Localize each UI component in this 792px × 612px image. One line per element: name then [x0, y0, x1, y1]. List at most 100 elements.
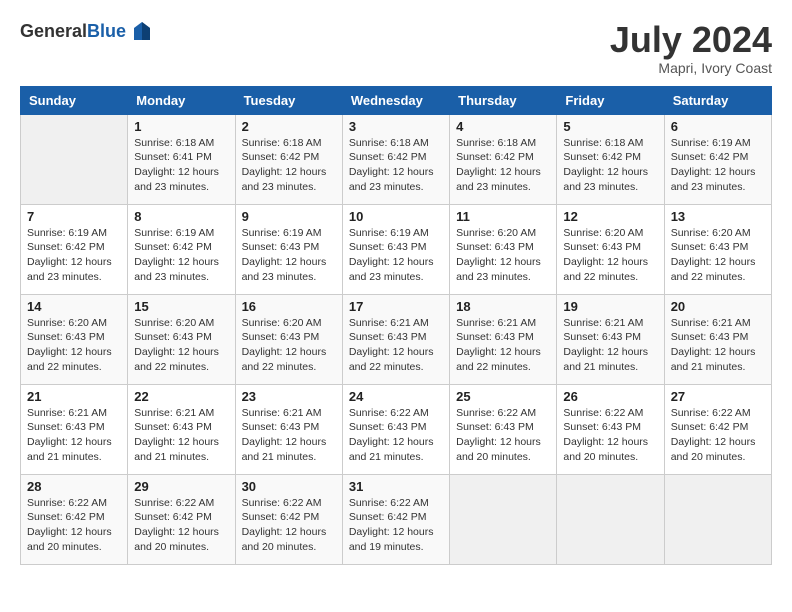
logo-general: GeneralBlue: [20, 22, 126, 42]
day-detail: Sunrise: 6:21 AM Sunset: 6:43 PM Dayligh…: [671, 316, 765, 375]
day-number: 23: [242, 389, 336, 404]
month-year: July 2024: [610, 20, 772, 60]
day-detail: Sunrise: 6:21 AM Sunset: 6:43 PM Dayligh…: [27, 406, 121, 465]
day-number: 3: [349, 119, 443, 134]
day-detail: Sunrise: 6:22 AM Sunset: 6:42 PM Dayligh…: [134, 496, 228, 555]
day-number: 7: [27, 209, 121, 224]
calendar-cell: 5 Sunrise: 6:18 AM Sunset: 6:42 PM Daylig…: [557, 114, 664, 204]
day-detail: Sunrise: 6:20 AM Sunset: 6:43 PM Dayligh…: [563, 226, 657, 285]
day-detail: Sunrise: 6:20 AM Sunset: 6:43 PM Dayligh…: [134, 316, 228, 375]
calendar-week-3: 14 Sunrise: 6:20 AM Sunset: 6:43 PM Dayli…: [21, 294, 772, 384]
day-detail: Sunrise: 6:22 AM Sunset: 6:43 PM Dayligh…: [349, 406, 443, 465]
day-detail: Sunrise: 6:19 AM Sunset: 6:42 PM Dayligh…: [671, 136, 765, 195]
day-detail: Sunrise: 6:20 AM Sunset: 6:43 PM Dayligh…: [27, 316, 121, 375]
day-detail: Sunrise: 6:18 AM Sunset: 6:41 PM Dayligh…: [134, 136, 228, 195]
calendar-cell: 21 Sunrise: 6:21 AM Sunset: 6:43 PM Dayli…: [21, 384, 128, 474]
calendar-cell: 22 Sunrise: 6:21 AM Sunset: 6:43 PM Dayli…: [128, 384, 235, 474]
day-detail: Sunrise: 6:19 AM Sunset: 6:43 PM Dayligh…: [242, 226, 336, 285]
col-header-wednesday: Wednesday: [342, 86, 449, 114]
location: Mapri, Ivory Coast: [610, 60, 772, 76]
day-number: 8: [134, 209, 228, 224]
title-block: July 2024 Mapri, Ivory Coast: [610, 20, 772, 76]
calendar-cell: 4 Sunrise: 6:18 AM Sunset: 6:42 PM Daylig…: [450, 114, 557, 204]
calendar-week-1: 1 Sunrise: 6:18 AM Sunset: 6:41 PM Daylig…: [21, 114, 772, 204]
calendar-cell: 14 Sunrise: 6:20 AM Sunset: 6:43 PM Dayli…: [21, 294, 128, 384]
day-number: 1: [134, 119, 228, 134]
calendar-cell: 10 Sunrise: 6:19 AM Sunset: 6:43 PM Dayli…: [342, 204, 449, 294]
calendar-cell: [664, 474, 771, 564]
day-number: 30: [242, 479, 336, 494]
calendar-cell: 28 Sunrise: 6:22 AM Sunset: 6:42 PM Dayli…: [21, 474, 128, 564]
calendar-cell: 23 Sunrise: 6:21 AM Sunset: 6:43 PM Dayli…: [235, 384, 342, 474]
day-number: 19: [563, 299, 657, 314]
calendar-cell: 18Sunrise: 6:21 AM Sunset: 6:43 PM Dayli…: [450, 294, 557, 384]
day-number: 13: [671, 209, 765, 224]
calendar-cell: 17 Sunrise: 6:21 AM Sunset: 6:43 PM Dayli…: [342, 294, 449, 384]
calendar-cell: [450, 474, 557, 564]
day-number: 27: [671, 389, 765, 404]
day-number: 5: [563, 119, 657, 134]
day-number: 22: [134, 389, 228, 404]
day-detail: Sunrise: 6:21 AM Sunset: 6:43 PM Dayligh…: [349, 316, 443, 375]
page-header: GeneralBlue July 2024 Mapri, Ivory Coast: [20, 20, 772, 76]
day-number: 4: [456, 119, 550, 134]
day-detail: Sunrise: 6:21 AM Sunset: 6:43 PM Dayligh…: [563, 316, 657, 375]
day-detail: Sunrise: 6:19 AM Sunset: 6:43 PM Dayligh…: [349, 226, 443, 285]
calendar-cell: 19 Sunrise: 6:21 AM Sunset: 6:43 PM Dayli…: [557, 294, 664, 384]
col-header-friday: Friday: [557, 86, 664, 114]
calendar-cell: 1 Sunrise: 6:18 AM Sunset: 6:41 PM Daylig…: [128, 114, 235, 204]
calendar-week-5: 28 Sunrise: 6:22 AM Sunset: 6:42 PM Dayli…: [21, 474, 772, 564]
col-header-monday: Monday: [128, 86, 235, 114]
day-number: 10: [349, 209, 443, 224]
day-number: 6: [671, 119, 765, 134]
calendar-cell: 2Sunrise: 6:18 AM Sunset: 6:42 PM Daylig…: [235, 114, 342, 204]
day-number: 15: [134, 299, 228, 314]
day-detail: Sunrise: 6:22 AM Sunset: 6:43 PM Dayligh…: [563, 406, 657, 465]
calendar-cell: 27Sunrise: 6:22 AM Sunset: 6:42 PM Dayli…: [664, 384, 771, 474]
calendar-cell: 15 Sunrise: 6:20 AM Sunset: 6:43 PM Dayli…: [128, 294, 235, 384]
day-detail: Sunrise: 6:18 AM Sunset: 6:42 PM Dayligh…: [563, 136, 657, 195]
day-detail: Sunrise: 6:18 AM Sunset: 6:42 PM Dayligh…: [456, 136, 550, 195]
day-detail: Sunrise: 6:22 AM Sunset: 6:42 PM Dayligh…: [27, 496, 121, 555]
calendar-week-2: 7 Sunrise: 6:19 AM Sunset: 6:42 PM Daylig…: [21, 204, 772, 294]
calendar-cell: [21, 114, 128, 204]
day-number: 28: [27, 479, 121, 494]
day-number: 17: [349, 299, 443, 314]
day-detail: Sunrise: 6:18 AM Sunset: 6:42 PM Dayligh…: [242, 136, 336, 195]
day-detail: Sunrise: 6:19 AM Sunset: 6:42 PM Dayligh…: [134, 226, 228, 285]
day-number: 9: [242, 209, 336, 224]
day-detail: Sunrise: 6:18 AM Sunset: 6:42 PM Dayligh…: [349, 136, 443, 195]
day-detail: Sunrise: 6:20 AM Sunset: 6:43 PM Dayligh…: [242, 316, 336, 375]
day-detail: Sunrise: 6:22 AM Sunset: 6:42 PM Dayligh…: [242, 496, 336, 555]
day-detail: Sunrise: 6:21 AM Sunset: 6:43 PM Dayligh…: [242, 406, 336, 465]
day-number: 21: [27, 389, 121, 404]
day-detail: Sunrise: 6:21 AM Sunset: 6:43 PM Dayligh…: [134, 406, 228, 465]
logo: GeneralBlue: [20, 20, 154, 44]
calendar-cell: 9 Sunrise: 6:19 AM Sunset: 6:43 PM Daylig…: [235, 204, 342, 294]
day-number: 16: [242, 299, 336, 314]
calendar-cell: 20Sunrise: 6:21 AM Sunset: 6:43 PM Dayli…: [664, 294, 771, 384]
day-detail: Sunrise: 6:20 AM Sunset: 6:43 PM Dayligh…: [671, 226, 765, 285]
day-number: 25: [456, 389, 550, 404]
calendar-cell: 16 Sunrise: 6:20 AM Sunset: 6:43 PM Dayli…: [235, 294, 342, 384]
calendar-week-4: 21 Sunrise: 6:21 AM Sunset: 6:43 PM Dayli…: [21, 384, 772, 474]
calendar-cell: 12Sunrise: 6:20 AM Sunset: 6:43 PM Dayli…: [557, 204, 664, 294]
calendar-cell: 24Sunrise: 6:22 AM Sunset: 6:43 PM Dayli…: [342, 384, 449, 474]
calendar-table: SundayMondayTuesdayWednesdayThursdayFrid…: [20, 86, 772, 565]
day-detail: Sunrise: 6:22 AM Sunset: 6:42 PM Dayligh…: [349, 496, 443, 555]
calendar-cell: 30 Sunrise: 6:22 AM Sunset: 6:42 PM Dayli…: [235, 474, 342, 564]
day-number: 29: [134, 479, 228, 494]
col-header-saturday: Saturday: [664, 86, 771, 114]
col-header-thursday: Thursday: [450, 86, 557, 114]
col-header-sunday: Sunday: [21, 86, 128, 114]
day-number: 14: [27, 299, 121, 314]
day-detail: Sunrise: 6:20 AM Sunset: 6:43 PM Dayligh…: [456, 226, 550, 285]
calendar-cell: 7 Sunrise: 6:19 AM Sunset: 6:42 PM Daylig…: [21, 204, 128, 294]
calendar-cell: 26Sunrise: 6:22 AM Sunset: 6:43 PM Dayli…: [557, 384, 664, 474]
calendar-cell: 3 Sunrise: 6:18 AM Sunset: 6:42 PM Daylig…: [342, 114, 449, 204]
logo-icon: [130, 20, 154, 44]
day-detail: Sunrise: 6:19 AM Sunset: 6:42 PM Dayligh…: [27, 226, 121, 285]
day-detail: Sunrise: 6:22 AM Sunset: 6:43 PM Dayligh…: [456, 406, 550, 465]
day-number: 18: [456, 299, 550, 314]
calendar-cell: 11Sunrise: 6:20 AM Sunset: 6:43 PM Dayli…: [450, 204, 557, 294]
